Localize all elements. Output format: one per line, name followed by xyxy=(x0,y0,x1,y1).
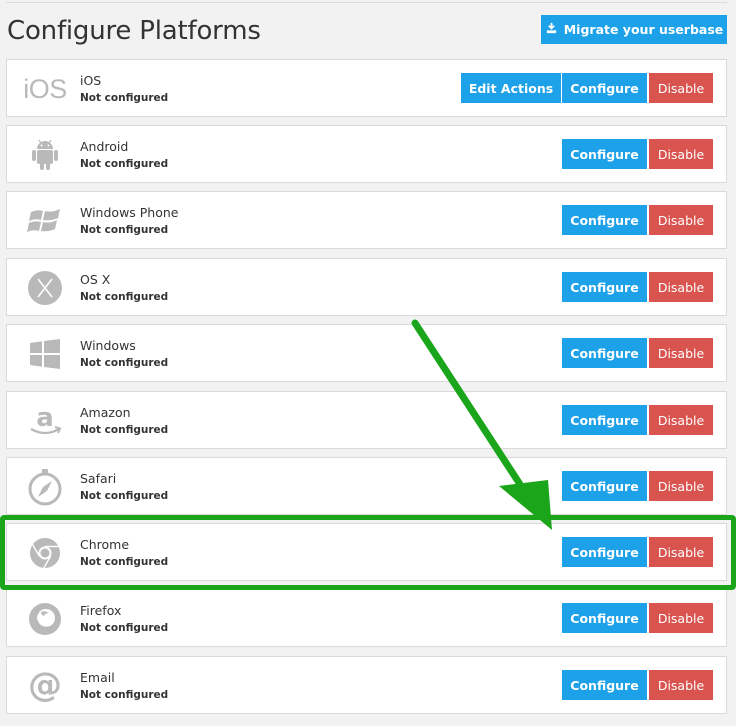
ios-icon: iOS xyxy=(23,73,67,104)
configure-button[interactable]: Configure xyxy=(562,603,647,633)
configure-button[interactable]: Configure xyxy=(562,405,647,435)
configure-button[interactable]: Configure xyxy=(562,338,647,368)
top-divider xyxy=(6,0,727,3)
chrome-icon xyxy=(21,534,69,572)
android-icon xyxy=(21,136,69,174)
platform-status: Not configured xyxy=(80,622,169,634)
platform-name: OS X xyxy=(80,272,111,287)
svg-text:@: @ xyxy=(28,668,62,704)
platform-status: Not configured xyxy=(80,224,169,236)
osx-icon xyxy=(21,269,69,307)
svg-text:a: a xyxy=(36,403,54,433)
platform-status: Not configured xyxy=(80,556,169,568)
disable-button[interactable]: Disable xyxy=(649,670,713,700)
amazon-icon: a xyxy=(21,402,69,440)
configure-button[interactable]: Configure xyxy=(562,139,647,169)
platform-name: Safari xyxy=(80,471,117,486)
platform-name: Android xyxy=(80,139,129,154)
edit-actions-button[interactable]: Edit Actions xyxy=(461,73,561,103)
configure-button[interactable]: Configure xyxy=(562,73,647,103)
configure-button[interactable]: Configure xyxy=(562,670,647,700)
migrate-userbase-button[interactable]: Migrate your userbase xyxy=(541,15,727,44)
disable-button[interactable]: Disable xyxy=(649,471,713,501)
platform-status: Not configured xyxy=(80,158,169,170)
platform-row-firefox: Firefox Not configured Configure Disable xyxy=(6,589,727,647)
safari-icon xyxy=(21,468,69,506)
platform-name: iOS xyxy=(80,73,102,88)
platform-name: Windows Phone xyxy=(80,205,179,220)
platform-row-ios: iOS iOS Not configured Edit Actions Conf… xyxy=(6,59,727,117)
platform-status: Not configured xyxy=(80,291,169,303)
disable-button[interactable]: Disable xyxy=(649,537,713,567)
platform-name: Firefox xyxy=(80,603,122,618)
email-icon: @ xyxy=(21,667,69,705)
disable-button[interactable]: Disable xyxy=(649,272,713,302)
disable-button[interactable]: Disable xyxy=(649,139,713,169)
page-title: Configure Platforms xyxy=(7,16,261,46)
platform-name: Amazon xyxy=(80,405,131,420)
platform-status: Not configured xyxy=(80,490,169,502)
platform-row-safari: Safari Not configured Configure Disable xyxy=(6,457,727,515)
configure-button[interactable]: Configure xyxy=(562,205,647,235)
platform-row-chrome: Chrome Not configured Configure Disable xyxy=(6,523,727,581)
configure-button[interactable]: Configure xyxy=(562,537,647,567)
firefox-icon xyxy=(21,600,69,638)
platform-status: Not configured xyxy=(80,92,169,104)
configure-button[interactable]: Configure xyxy=(562,471,647,501)
disable-button[interactable]: Disable xyxy=(649,73,713,103)
platform-name: Windows xyxy=(80,338,136,353)
platform-status: Not configured xyxy=(80,357,169,369)
platform-row-osx: OS X Not configured Configure Disable xyxy=(6,258,727,316)
platform-status: Not configured xyxy=(80,424,169,436)
windows-phone-icon xyxy=(21,202,69,240)
platform-name: Chrome xyxy=(80,537,130,552)
platform-row-windows: Windows Not configured Configure Disable xyxy=(6,324,727,382)
migrate-icon xyxy=(545,22,558,38)
disable-button[interactable]: Disable xyxy=(649,603,713,633)
disable-button[interactable]: Disable xyxy=(649,338,713,368)
migrate-label: Migrate your userbase xyxy=(563,22,724,37)
configure-button[interactable]: Configure xyxy=(562,272,647,302)
platform-row-email: @ Email Not configured Configure Disable xyxy=(6,656,727,714)
disable-button[interactable]: Disable xyxy=(649,405,713,435)
windows-icon xyxy=(21,335,69,373)
platform-row-windows-phone: Windows Phone Not configured Configure D… xyxy=(6,191,727,249)
platform-status: Not configured xyxy=(80,689,169,701)
platform-name: Email xyxy=(80,670,115,685)
platform-row-android: Android Not configured Configure Disable xyxy=(6,125,727,183)
disable-button[interactable]: Disable xyxy=(649,205,713,235)
platform-row-amazon: a Amazon Not configured Configure Disabl… xyxy=(6,391,727,449)
